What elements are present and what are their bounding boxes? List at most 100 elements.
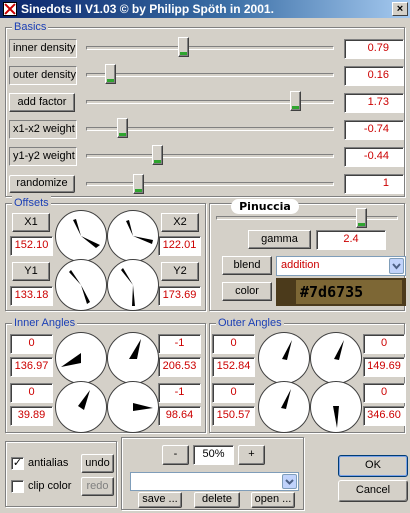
add-factor-value[interactable]: 1.73 <box>344 93 404 113</box>
inner-angles-title: Inner Angles <box>12 316 78 330</box>
inner-tr-dial[interactable] <box>107 332 159 384</box>
y1-y2-weight-track[interactable] <box>86 154 334 158</box>
dial-needle <box>133 236 153 244</box>
gamma-value[interactable]: 2.4 <box>316 230 386 250</box>
randomize-slider[interactable] <box>133 174 145 194</box>
color-swatch[interactable]: #7d6735 <box>276 278 406 306</box>
inner-density-slider[interactable] <box>178 37 190 57</box>
inner-tl-dial[interactable] <box>55 332 107 384</box>
outer-tr-dial[interactable] <box>310 332 362 384</box>
basics-title: Basics <box>12 20 49 34</box>
inner-density-value[interactable]: 0.79 <box>344 39 404 59</box>
dial-needle <box>281 389 291 409</box>
outer-angles-title: Outer Angles <box>216 316 284 330</box>
outer-tr-bottom-value[interactable]: 149.69 <box>363 357 405 377</box>
chevron-down-icon[interactable] <box>282 474 297 489</box>
check-icon: ✓ <box>12 457 23 469</box>
add-factor-slider[interactable] <box>289 91 301 111</box>
inner-bl-bottom-value[interactable]: 39.89 <box>10 406 53 426</box>
inner-br-dial[interactable] <box>107 381 159 433</box>
offset-x2-dial[interactable] <box>107 210 159 262</box>
y1-y2-weight-value[interactable]: -0.44 <box>344 147 404 167</box>
logo-text: Pinuccia <box>239 200 291 213</box>
gamma-label: gamma <box>248 230 311 249</box>
antialias-checkbox[interactable]: ✓ <box>11 457 24 470</box>
save-button[interactable]: save ... <box>138 492 182 508</box>
outer-tl-dial[interactable] <box>258 332 310 384</box>
outer-bl-bottom-value[interactable]: 150.57 <box>212 406 255 426</box>
window-title: Sinedots II V1.03 © by Philipp Spöth in … <box>21 2 274 16</box>
close-button[interactable]: × <box>392 2 408 16</box>
outer-br-bottom-value[interactable]: 346.60 <box>363 406 405 426</box>
outer-bl-top-value[interactable]: 0 <box>212 383 255 403</box>
dial-needle <box>333 406 339 428</box>
open-button[interactable]: open ... <box>251 492 295 508</box>
dial-needle <box>133 403 153 411</box>
offset-x1-dial[interactable] <box>55 210 107 262</box>
randomize-button[interactable]: randomize <box>9 175 75 193</box>
gamma-track[interactable] <box>216 216 398 220</box>
outer-density-track[interactable] <box>86 73 334 77</box>
x2-value[interactable]: 122.01 <box>158 236 201 256</box>
y1-value[interactable]: 133.18 <box>10 286 53 306</box>
close-icon: × <box>396 3 404 15</box>
outer-tr-top-value[interactable]: 0 <box>363 334 405 354</box>
blend-select[interactable]: addition <box>276 256 406 276</box>
dial-needle <box>129 339 141 359</box>
clip-color-label[interactable]: clip color <box>28 480 71 492</box>
inner-tr-top-value[interactable]: -1 <box>158 334 201 354</box>
cancel-button[interactable]: Cancel <box>338 480 408 502</box>
redo-button[interactable]: redo <box>81 477 114 496</box>
x1-x2-weight-value[interactable]: -0.74 <box>344 120 404 140</box>
zoom-in-button[interactable]: + <box>238 445 265 465</box>
outer-density-slider[interactable] <box>104 64 116 84</box>
inner-br-bottom-value[interactable]: 98.64 <box>158 406 201 426</box>
inner-density-track[interactable] <box>86 46 334 50</box>
gamma-slider[interactable] <box>356 208 368 228</box>
offsets-title: Offsets <box>12 196 51 210</box>
blend-label: blend <box>222 256 272 275</box>
outer-br-dial[interactable] <box>310 381 362 433</box>
undo-button[interactable]: undo <box>81 454 114 473</box>
y1-y2-weight-label: y1-y2 weight <box>9 147 77 166</box>
inner-tl-bottom-value[interactable]: 136.97 <box>10 357 53 377</box>
color-label: color <box>222 282 272 301</box>
preset-select[interactable] <box>130 472 299 491</box>
outer-br-top-value[interactable]: 0 <box>363 383 405 403</box>
chevron-down-icon[interactable] <box>389 258 404 274</box>
randomize-track[interactable] <box>86 182 334 186</box>
color-hex-value: #7d6735 <box>300 283 364 301</box>
offset-y1-dial[interactable] <box>55 259 107 311</box>
x2-label: X2 <box>161 213 199 232</box>
add-factor-button[interactable]: add factor <box>9 93 75 112</box>
zoom-value: 50% <box>193 445 234 465</box>
inner-density-label: inner density <box>9 39 77 58</box>
x1-x2-weight-slider[interactable] <box>116 118 128 138</box>
outer-tl-bottom-value[interactable]: 152.84 <box>212 357 255 377</box>
outer-density-value[interactable]: 0.16 <box>344 66 404 86</box>
x1-x2-weight-label: x1-x2 weight <box>9 120 77 139</box>
dial-needle <box>81 236 100 248</box>
outer-tl-top-value[interactable]: 0 <box>212 334 255 354</box>
clip-color-checkbox[interactable] <box>11 480 24 493</box>
title-bar[interactable]: Sinedots II V1.03 © by Philipp Spöth in … <box>0 0 410 18</box>
inner-br-top-value[interactable]: -1 <box>158 383 201 403</box>
antialias-label[interactable]: antialias <box>28 457 68 469</box>
inner-tl-top-value[interactable]: 0 <box>10 334 53 354</box>
outer-bl-dial[interactable] <box>258 381 310 433</box>
randomize-value[interactable]: 1 <box>344 174 404 194</box>
offset-y2-dial[interactable] <box>107 259 159 311</box>
y1-y2-weight-slider[interactable] <box>152 145 164 165</box>
y2-label: Y2 <box>161 262 199 281</box>
inner-bl-top-value[interactable]: 0 <box>10 383 53 403</box>
zoom-out-button[interactable]: - <box>162 445 189 465</box>
dial-needle <box>334 340 344 360</box>
inner-tr-bottom-value[interactable]: 206.53 <box>158 357 201 377</box>
x1-value[interactable]: 152.10 <box>10 236 53 256</box>
delete-button[interactable]: delete <box>194 492 240 508</box>
inner-bl-dial[interactable] <box>55 381 107 433</box>
y2-value[interactable]: 173.69 <box>158 286 201 306</box>
x1-label: X1 <box>12 213 50 232</box>
outer-density-label: outer density <box>9 66 77 85</box>
ok-button[interactable]: OK <box>338 455 408 477</box>
